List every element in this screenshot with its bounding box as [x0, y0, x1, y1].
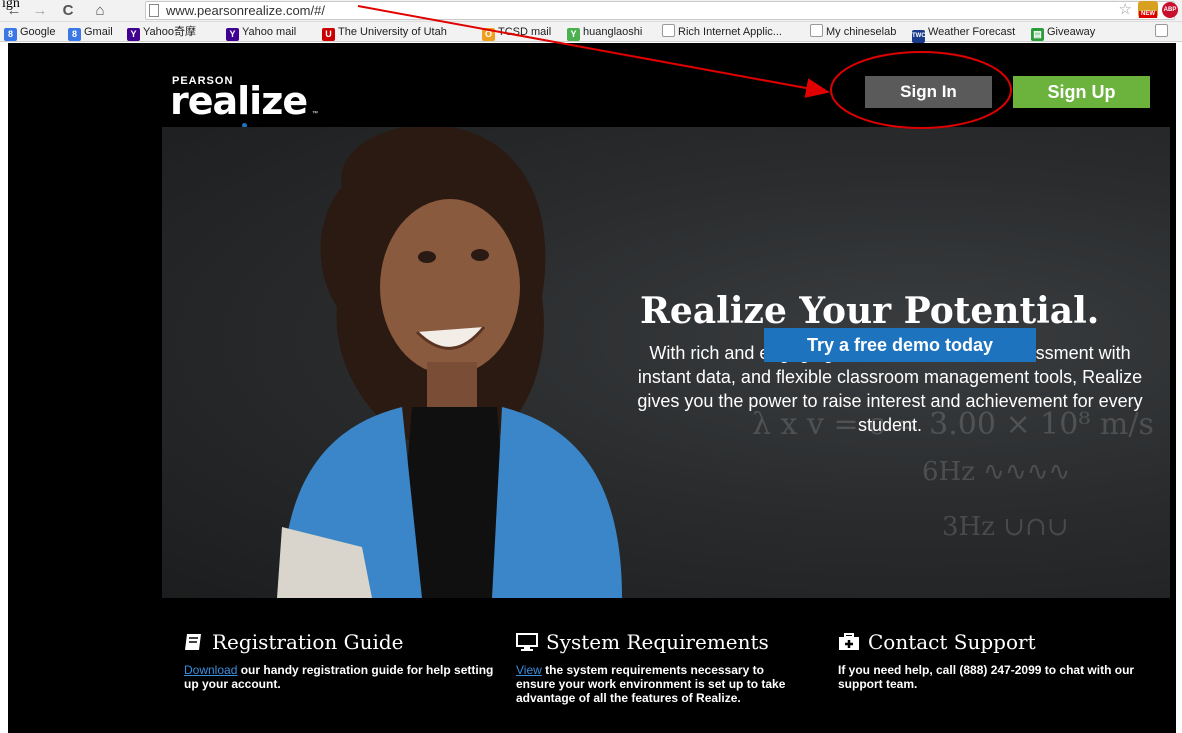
chalk-drawing: 6Hz ∿∿∿∿ [922, 457, 1071, 487]
bookmark-item[interactable]: U The University of Utah [322, 24, 447, 41]
chalk-drawing: 3Hz ∪∩∪ [942, 512, 1069, 542]
page-icon [662, 24, 675, 37]
medkit-icon [839, 633, 859, 650]
hero-title: Realize Your Potential. [640, 290, 1100, 332]
monitor-icon [516, 633, 538, 651]
feature-title: Registration Guide [212, 630, 404, 654]
bookmark-item[interactable]: 8 Google [4, 24, 55, 41]
bookmark-item[interactable]: TWC Weather Forecast [912, 24, 1015, 43]
caption-text: ign [2, 0, 20, 11]
gift-icon: ▤ [1031, 28, 1044, 41]
screenshot-frame: ← → C ⌂ www.pearsonrealize.com/#/ ☆ NEW … [0, 0, 1182, 733]
plant-icon: Y [567, 28, 580, 41]
reload-button[interactable]: C [58, 1, 78, 21]
google-icon: 8 [68, 28, 81, 41]
feature-body: Download our handy registration guide fo… [184, 663, 494, 691]
home-button[interactable]: ⌂ [90, 1, 110, 21]
bookmark-item[interactable]: Y Yahoo奇摩 [127, 24, 196, 41]
browser-toolbar: ← → C ⌂ www.pearsonrealize.com/#/ ☆ NEW … [0, 0, 1182, 22]
view-link[interactable]: View [516, 663, 542, 677]
girl-photo [277, 127, 622, 598]
new-badge: NEW [1139, 11, 1157, 18]
adblock-icon[interactable]: ABP [1162, 2, 1178, 18]
bookmark-item[interactable]: My chineselab [810, 24, 896, 40]
bookmark-overflow[interactable] [1155, 24, 1171, 40]
bookmark-item[interactable]: Rich Internet Applic... [662, 24, 782, 40]
bookmark-item[interactable]: 8 Gmail [68, 24, 113, 41]
bookmark-item[interactable]: ▤ Giveaway [1031, 24, 1095, 41]
page-icon [1155, 24, 1168, 37]
address-bar[interactable]: www.pearsonrealize.com/#/ [145, 1, 1175, 20]
feature-body: If you need help, call (888) 247-2099 to… [838, 663, 1135, 691]
logo-realize-text: realize [170, 79, 308, 123]
bookmarks-bar: 8 Google 8 Gmail Y Yahoo奇摩 Y Yahoo mail U The… [0, 22, 1182, 43]
feature-registration-guide: Registration Guide Download our handy re… [184, 630, 494, 691]
bookmark-item[interactable]: O TCSD mail [482, 24, 551, 41]
free-demo-button[interactable]: Try a free demo today [764, 328, 1036, 362]
download-link[interactable]: Download [184, 663, 237, 677]
bookmark-star-icon[interactable]: ☆ [1119, 0, 1132, 18]
page-icon [149, 4, 159, 17]
logo-tm: ™ [312, 111, 318, 117]
outlook-icon: O [482, 28, 495, 41]
yahoo-icon: Y [127, 28, 140, 41]
yahoo-icon: Y [226, 28, 239, 41]
sign-up-button[interactable]: Sign Up [1013, 76, 1150, 108]
bookmark-item[interactable]: Yhuanglaoshi [567, 24, 642, 41]
feature-title: System Requirements [546, 630, 769, 654]
feature-body: View the system requirements necessary t… [516, 663, 786, 705]
url-text: www.pearsonrealize.com/#/ [166, 3, 325, 18]
twc-icon: TWC [912, 30, 926, 43]
hero-banner: λ x v = c = 3.00 × 10⁸ m/s 6Hz ∿∿∿∿ 3Hz … [162, 127, 1170, 598]
feature-contact-support: Contact Support If you need help, call (… [838, 630, 1138, 691]
bookmark-item[interactable]: Y Yahoo mail [226, 24, 296, 41]
weather-extension-icon[interactable]: NEW [1138, 1, 1158, 18]
page-icon [810, 24, 823, 37]
feature-system-requirements: System Requirements View the system requ… [516, 630, 801, 705]
sign-in-button[interactable]: Sign In [865, 76, 992, 108]
utah-icon: U [322, 28, 335, 41]
google-icon: 8 [4, 28, 17, 41]
book-icon [185, 634, 201, 650]
feature-title: Contact Support [868, 630, 1036, 654]
forward-button[interactable]: → [30, 1, 50, 21]
